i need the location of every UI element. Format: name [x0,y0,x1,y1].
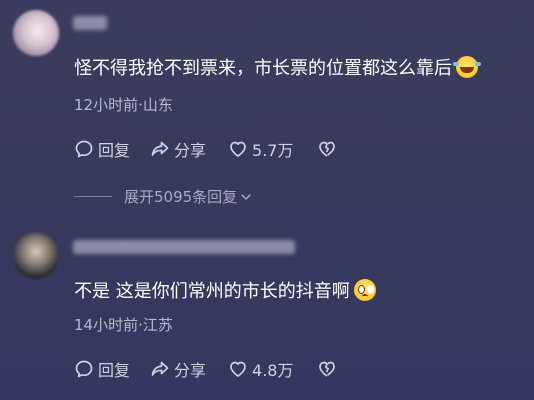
share-button[interactable]: 分享 [150,357,206,381]
like-count: 5.7万 [252,141,294,160]
reply-button[interactable]: 回复 [74,357,130,381]
avatar[interactable] [13,10,59,56]
rolling-on-floor-laughing-emoji-icon [453,56,478,78]
like-button[interactable]: 4.8万 [228,357,293,381]
reply-button[interactable]: 回复 [74,137,130,161]
comment-meta: 14小时前·江苏 [74,316,173,334]
like-count: 4.8万 [252,361,294,380]
share-arrow-icon [151,141,169,156]
chevron-down-icon [241,193,251,200]
like-button[interactable]: 5.7万 [228,137,293,161]
heart-icon [230,141,246,157]
username-blurred[interactable] [73,16,107,30]
username-blurred[interactable] [73,240,295,254]
share-arrow-icon [151,361,169,376]
comment-actions: 回复 分享 5.7万 [74,137,341,161]
expand-replies-label: 展开5095条回复 [124,188,238,206]
reply-bubble-icon [75,140,93,158]
heart-icon [230,361,246,377]
expand-replies-button[interactable]: 展开5095条回复 [74,186,252,207]
share-button[interactable]: 分享 [150,137,206,161]
comment-text-content: 怪不得我抢不到票来，市长票的位置都这么靠后 [74,58,452,79]
share-label: 分享 [174,141,207,160]
reply-label: 回复 [98,141,131,160]
dislike-button[interactable] [317,139,341,159]
comment-text: 怪不得我抢不到票来，市长票的位置都这么靠后 [74,56,478,81]
comment-text-content: 不是 这是你们常州的市长的抖音啊 [74,281,350,302]
divider-line [74,196,112,197]
dislike-button[interactable] [317,359,341,379]
comment-text: 不是 这是你们常州的市长的抖音啊 [74,279,376,304]
reply-bubble-icon [75,360,93,378]
comment-meta: 12小时前·山东 [74,96,173,114]
avatar[interactable] [13,233,59,279]
broken-heart-icon [319,141,336,157]
broken-heart-icon [319,361,336,377]
share-label: 分享 [174,361,207,380]
comment-actions: 回复 分享 4.8万 [74,357,341,381]
pleading-face-emoji-icon [353,279,376,301]
reply-label: 回复 [98,361,131,380]
